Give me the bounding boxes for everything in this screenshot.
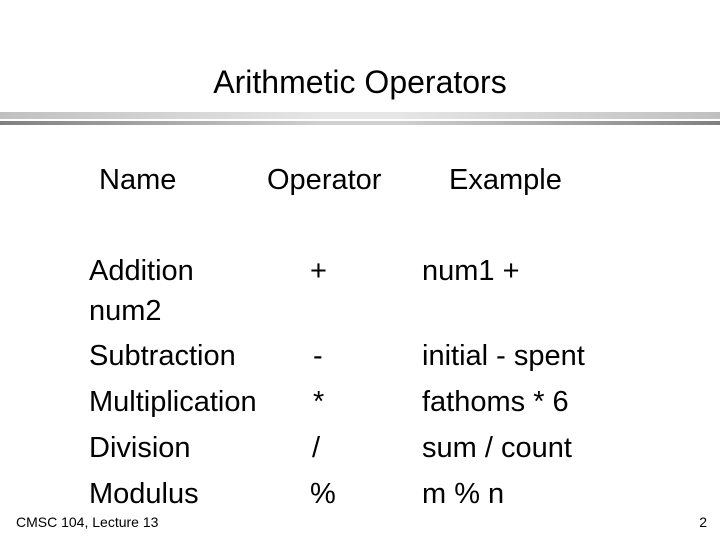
header-operator: Operator	[267, 164, 382, 196]
row-operator: %	[310, 478, 336, 510]
row-operator: *	[313, 386, 325, 418]
row-example: m % n	[422, 478, 505, 510]
footer-course: CMSC 104, Lecture 13	[16, 514, 159, 530]
footer-page-number: 2	[699, 514, 707, 530]
row-name: Division	[89, 432, 191, 464]
row-operator: /	[312, 432, 321, 464]
slide-title: Arithmetic Operators	[213, 64, 507, 100]
row-operator: +	[310, 255, 327, 287]
row-operator: -	[313, 340, 323, 372]
header-example: Example	[449, 164, 562, 196]
row-example: sum / count	[422, 432, 572, 464]
row-name: Modulus	[89, 478, 199, 510]
row-name: num2	[89, 295, 162, 327]
row-example: initial - spent	[422, 340, 585, 372]
row-example: num1 +	[422, 255, 520, 287]
title-divider-dark	[0, 121, 720, 125]
title-divider-light	[0, 112, 720, 119]
row-example: fathoms * 6	[422, 386, 569, 418]
header-name: Name	[99, 164, 177, 196]
row-name: Addition	[89, 255, 194, 287]
row-name: Multiplication	[89, 386, 257, 418]
row-name: Subtraction	[89, 340, 236, 372]
